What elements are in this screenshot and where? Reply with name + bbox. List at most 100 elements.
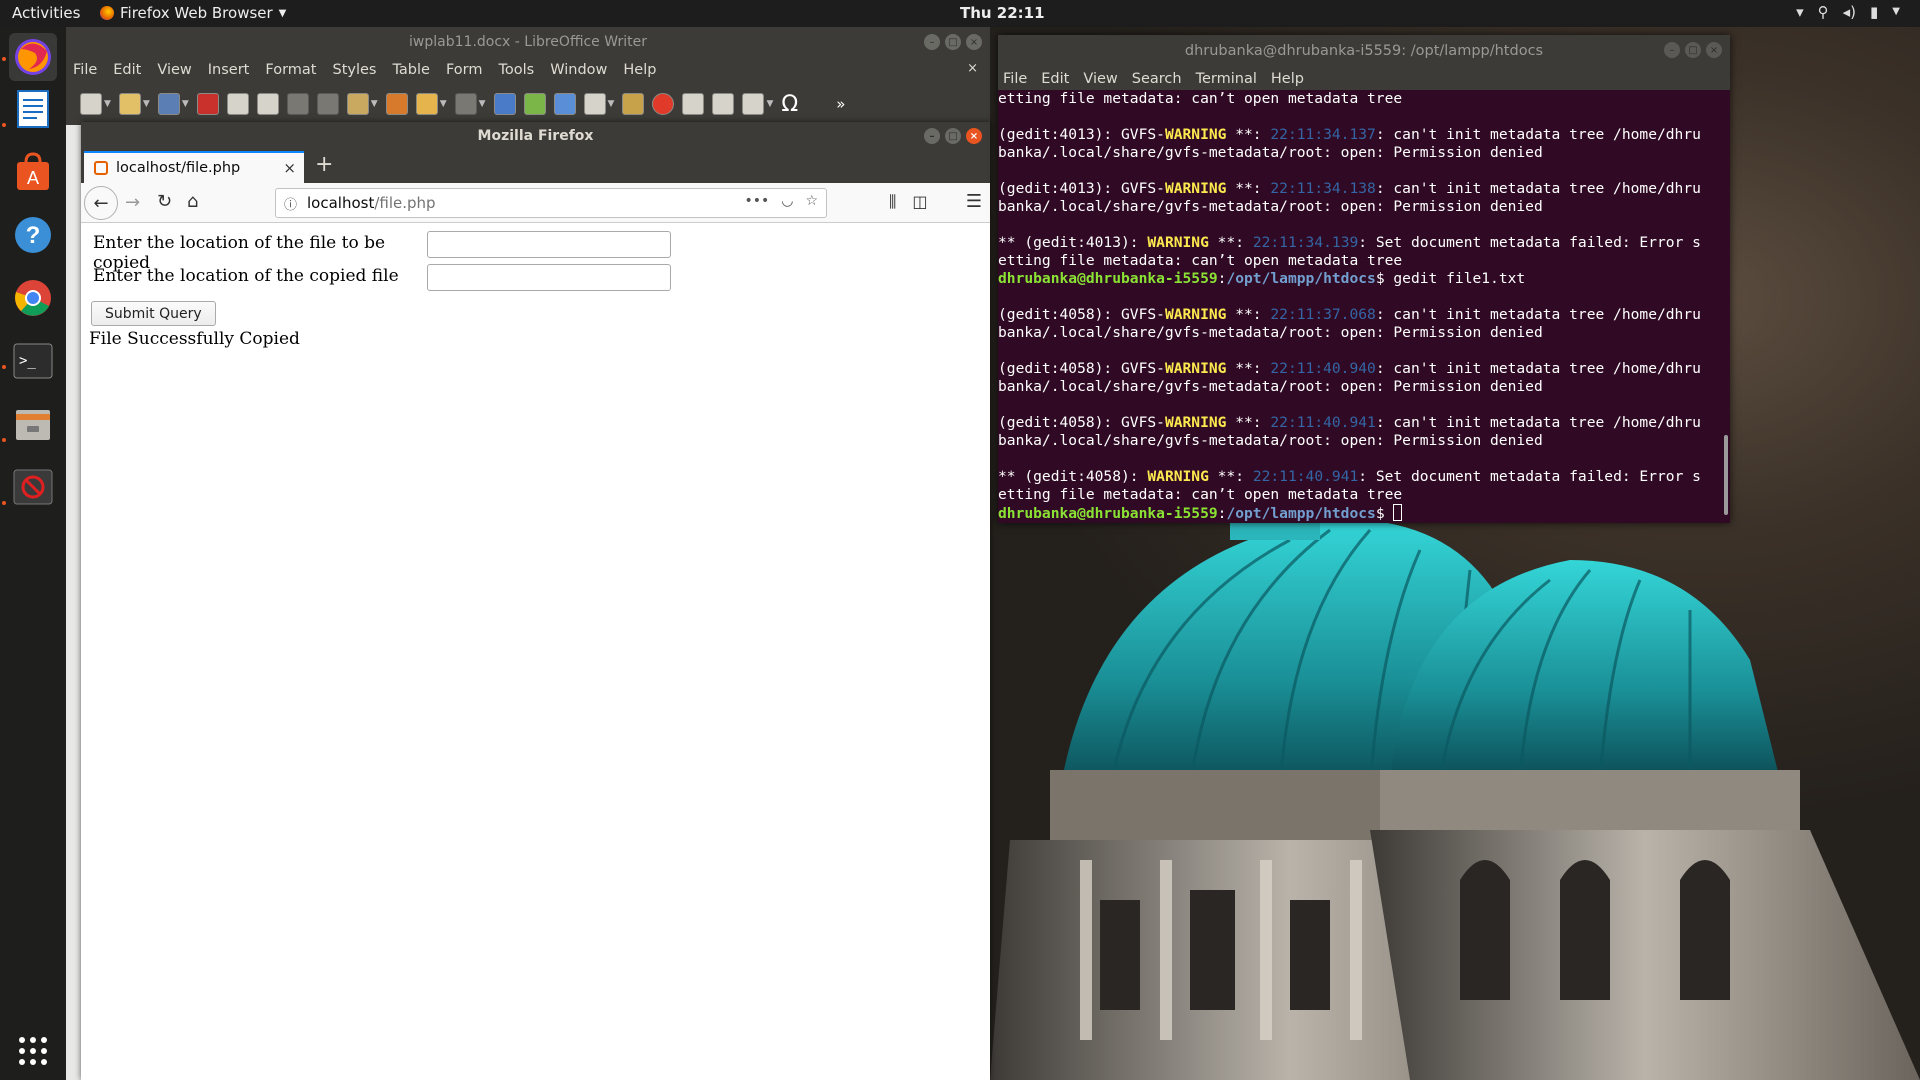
chevron-down-icon[interactable]: ▼ [766,99,773,109]
menu-form[interactable]: Form [446,62,483,78]
print-icon[interactable] [226,93,249,115]
maximize-button[interactable]: □ [1685,42,1701,58]
library-icon[interactable]: ⫼ [889,192,896,212]
new-document-icon[interactable] [80,93,102,115]
export-pdf-icon[interactable] [196,93,219,115]
minimize-button[interactable]: – [924,128,940,144]
save-icon[interactable] [157,93,180,115]
terminal-scrollbar[interactable] [1724,435,1728,515]
hamburger-menu-icon[interactable]: ☰ [966,191,982,212]
terminal-titlebar[interactable]: dhrubanka@dhrubanka-i5559: /opt/lampp/ht… [998,35,1730,67]
terminal-line: banka/.local/share/gvfs-metadata/root: o… [998,432,1730,450]
cut-icon[interactable] [286,93,309,115]
insert-field-icon[interactable] [742,93,765,115]
menu-tools[interactable]: Tools [499,62,535,78]
copy-icon[interactable] [316,93,339,115]
url-bar[interactable]: ⓘ localhost/file.php ••• ◡ ☆ [275,188,827,218]
dock-files[interactable] [9,400,57,448]
menu-view[interactable]: View [1083,71,1117,87]
close-button[interactable]: × [1706,42,1722,58]
menu-file[interactable]: File [1003,71,1027,87]
dock-terminal[interactable]: >_ [9,337,57,385]
chevron-down-icon[interactable]: ▼ [143,99,150,109]
menu-help[interactable]: Help [623,62,656,78]
dock-software[interactable]: A [9,148,57,196]
spelling-icon[interactable] [523,93,546,115]
source-path-input[interactable] [427,231,671,258]
menu-view[interactable]: View [157,62,191,78]
menu-format[interactable]: Format [265,62,316,78]
minimize-button[interactable]: – [924,34,940,50]
undo-icon[interactable] [415,93,438,115]
bookmark-star-icon[interactable]: ☆ [805,193,818,209]
menu-insert[interactable]: Insert [208,62,250,78]
terminal-segment: banka/.local/share/gvfs-metadata/root: o… [998,144,1543,161]
activities-button[interactable]: Activities [12,4,80,22]
maximize-button[interactable]: □ [945,34,961,50]
print-preview-icon[interactable] [256,93,279,115]
menu-edit[interactable]: Edit [113,62,141,78]
chevron-down-icon[interactable]: ▼ [371,99,378,109]
app-menu[interactable]: Firefox Web Browser ▼ [100,4,286,22]
submit-query-button[interactable]: Submit Query [91,301,216,326]
firefox-titlebar[interactable]: Mozilla Firefox – □ × [81,122,990,150]
menu-window[interactable]: Window [550,62,607,78]
writer-titlebar[interactable]: iwplab11.docx - LibreOffice Writer – □ × [66,27,990,57]
volume-icon: ◂) [1842,3,1857,21]
terminal-output[interactable]: etting file metadata: can’t open metadat… [998,90,1730,523]
chevron-down-icon[interactable]: ▼ [608,99,615,109]
insert-textbox-icon[interactable] [682,93,705,115]
formatting-marks-icon[interactable] [553,93,576,115]
system-tray[interactable]: ▾ ⚲ ◂) ▮ ▼ [1796,3,1900,21]
page-actions-icon[interactable]: ••• [744,193,769,209]
find-replace-icon[interactable] [493,93,516,115]
clock[interactable]: Thu 22:11 [960,4,1045,22]
new-tab-button[interactable]: + [315,154,333,176]
pocket-icon[interactable]: ◡ [781,193,793,209]
insert-page-break-icon[interactable] [712,93,735,115]
dock-firefox[interactable] [9,33,57,81]
dock-blocked-app[interactable] [9,463,57,511]
paste-icon[interactable] [346,93,369,115]
insert-table-icon[interactable] [583,93,606,115]
tab-file-php[interactable]: localhost/file.php × [84,151,304,183]
open-icon[interactable] [118,93,141,115]
sidebar-icon[interactable]: ◫ [912,192,927,212]
menu-file[interactable]: File [73,62,97,78]
menu-edit[interactable]: Edit [1041,71,1069,87]
dock-chrome[interactable] [9,274,57,322]
chevron-down-icon[interactable]: ▼ [479,99,486,109]
close-button[interactable]: × [966,128,982,144]
close-tab-icon[interactable]: × [283,159,296,177]
maximize-button[interactable]: □ [945,128,961,144]
special-character-icon[interactable]: Ω [781,92,798,117]
forward-button[interactable]: → [125,192,140,213]
minimize-button[interactable]: – [1664,42,1680,58]
redo-icon[interactable] [454,93,477,115]
chevron-down-icon[interactable]: ▼ [104,99,111,109]
terminal-segment: **: [1226,306,1271,323]
home-button[interactable]: ⌂ [187,191,198,212]
more-tools-icon[interactable]: » [836,95,845,113]
menu-terminal[interactable]: Terminal [1196,71,1257,87]
close-document-button[interactable]: × [967,61,978,76]
insert-chart-icon[interactable] [652,93,675,115]
dock-app-grid[interactable] [9,1027,57,1075]
terminal-segment: 22:11:40.941 [1270,414,1376,431]
site-info-icon[interactable]: ⓘ [284,194,297,213]
dest-path-input[interactable] [427,264,671,291]
menu-search[interactable]: Search [1132,71,1182,87]
chevron-down-icon[interactable]: ▼ [182,99,189,109]
insert-image-icon[interactable] [622,93,645,115]
close-button[interactable]: × [966,34,982,50]
menu-help[interactable]: Help [1271,71,1304,87]
dock-writer[interactable] [9,85,57,133]
menu-table[interactable]: Table [392,62,430,78]
back-button[interactable]: ← [84,186,118,220]
menu-styles[interactable]: Styles [332,62,376,78]
dock-help[interactable]: ? [9,211,57,259]
reload-button[interactable]: ↻ [157,191,172,212]
clone-formatting-icon[interactable] [385,93,408,115]
chevron-down-icon[interactable]: ▼ [440,99,447,109]
